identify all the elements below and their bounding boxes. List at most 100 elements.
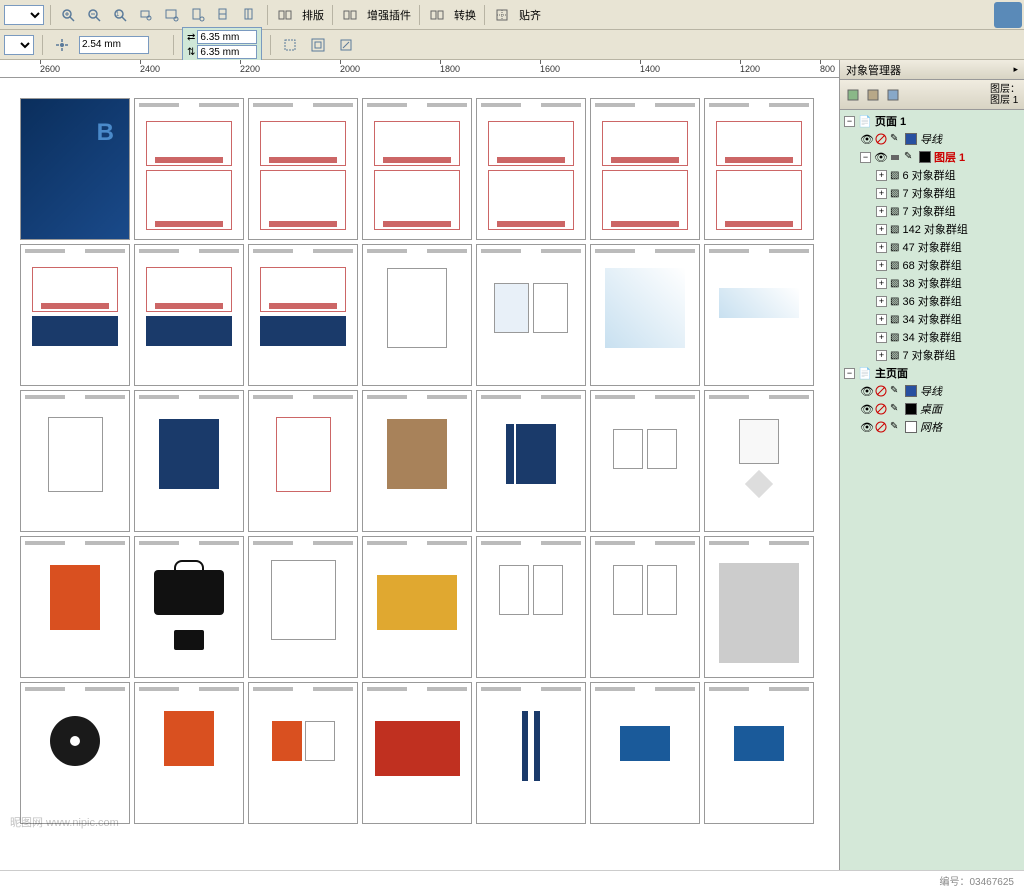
expand-icon[interactable]: + bbox=[876, 206, 887, 217]
noprint-icon[interactable] bbox=[875, 421, 887, 433]
thumb-page[interactable] bbox=[134, 682, 244, 824]
eye-icon[interactable]: 👁 bbox=[874, 151, 886, 163]
layout-label[interactable]: 排版 bbox=[302, 7, 324, 23]
pencil-icon[interactable]: ✎ bbox=[890, 385, 902, 397]
zoom-selection-icon[interactable] bbox=[135, 4, 157, 26]
layout-menu-icon[interactable] bbox=[274, 4, 296, 26]
collapse-icon[interactable]: − bbox=[844, 116, 855, 127]
snap-menu-icon[interactable] bbox=[491, 4, 513, 26]
eye-icon[interactable]: 👁 bbox=[860, 385, 872, 397]
thumb-page[interactable] bbox=[20, 390, 130, 532]
thumb-page[interactable] bbox=[134, 98, 244, 240]
noprint-icon[interactable] bbox=[875, 403, 887, 415]
color-swatch[interactable] bbox=[905, 385, 917, 397]
color-swatch[interactable] bbox=[905, 403, 917, 415]
tree-grid[interactable]: 👁✎网格 bbox=[842, 418, 1022, 436]
tree-page1[interactable]: −📄页面 1 bbox=[842, 112, 1022, 130]
edit-across-layers-icon[interactable] bbox=[864, 86, 882, 104]
pencil-icon[interactable]: ✎ bbox=[890, 403, 902, 415]
canvas-area[interactable]: 2600 2400 2200 2000 1800 1600 1400 1200 … bbox=[0, 60, 839, 870]
edit-scale-icon[interactable] bbox=[335, 34, 357, 56]
expand-icon[interactable]: + bbox=[876, 350, 887, 361]
noprint-icon[interactable] bbox=[875, 133, 887, 145]
expand-icon[interactable]: + bbox=[876, 332, 887, 343]
plugin-menu-icon[interactable] bbox=[339, 4, 361, 26]
expand-icon[interactable]: + bbox=[876, 188, 887, 199]
thumb-page[interactable] bbox=[590, 536, 700, 678]
tree-group[interactable]: +▧7 对象群组 bbox=[842, 184, 1022, 202]
zoom-out-icon[interactable] bbox=[83, 4, 105, 26]
dup-y-input[interactable] bbox=[197, 45, 257, 59]
tree-desktop[interactable]: 👁✎桌面 bbox=[842, 400, 1022, 418]
thumb-page[interactable] bbox=[476, 244, 586, 386]
thumb-page[interactable] bbox=[248, 98, 358, 240]
tree-group[interactable]: +▧47 对象群组 bbox=[842, 238, 1022, 256]
thumb-page[interactable] bbox=[362, 98, 472, 240]
eye-icon[interactable]: 👁 bbox=[860, 403, 872, 415]
thumb-page[interactable] bbox=[476, 390, 586, 532]
thumb-page[interactable] bbox=[704, 536, 814, 678]
thumb-page[interactable] bbox=[590, 98, 700, 240]
tree-group[interactable]: +▧34 对象群组 bbox=[842, 310, 1022, 328]
convert-menu-icon[interactable] bbox=[426, 4, 448, 26]
expand-icon[interactable]: + bbox=[876, 278, 887, 289]
expand-icon[interactable]: + bbox=[876, 296, 887, 307]
tree-master-page[interactable]: −📄主页面 bbox=[842, 364, 1022, 382]
anchor-dropdown[interactable] bbox=[4, 35, 34, 55]
thumb-page[interactable] bbox=[248, 536, 358, 678]
pencil-icon[interactable]: ✎ bbox=[904, 151, 916, 163]
thumb-page[interactable] bbox=[362, 536, 472, 678]
zoom-in-icon[interactable] bbox=[57, 4, 79, 26]
eye-icon[interactable]: 👁 bbox=[860, 133, 872, 145]
zoom-all-icon[interactable] bbox=[161, 4, 183, 26]
units-dropdown[interactable] bbox=[4, 5, 44, 25]
thumb-page[interactable] bbox=[134, 536, 244, 678]
thumb-page[interactable] bbox=[362, 682, 472, 824]
layer-manager-view-icon[interactable] bbox=[884, 86, 902, 104]
thumb-page[interactable] bbox=[362, 244, 472, 386]
tree-group[interactable]: +▧68 对象群组 bbox=[842, 256, 1022, 274]
thumb-cover[interactable]: B bbox=[20, 98, 130, 240]
expand-icon[interactable]: + bbox=[876, 170, 887, 181]
zoom-height-icon[interactable] bbox=[239, 4, 261, 26]
show-properties-icon[interactable] bbox=[844, 86, 862, 104]
thumb-page[interactable] bbox=[704, 682, 814, 824]
zoom-page-icon[interactable] bbox=[187, 4, 209, 26]
bounding-box-icon[interactable] bbox=[307, 34, 329, 56]
thumb-page[interactable] bbox=[476, 98, 586, 240]
collapse-icon[interactable]: − bbox=[860, 152, 871, 163]
color-swatch[interactable] bbox=[905, 421, 917, 433]
tree-guides[interactable]: 👁✎导线 bbox=[842, 130, 1022, 148]
thumb-page[interactable] bbox=[476, 536, 586, 678]
thumb-page[interactable] bbox=[362, 390, 472, 532]
thumb-page[interactable] bbox=[248, 244, 358, 386]
object-tree[interactable]: −📄页面 1 👁✎导线 −👁✎图层 1 +▧6 对象群组+▧7 对象群组+▧7 … bbox=[840, 110, 1024, 870]
snap-label[interactable]: 贴齐 bbox=[519, 7, 541, 23]
nudge-input[interactable] bbox=[79, 36, 149, 54]
expand-icon[interactable]: + bbox=[876, 314, 887, 325]
expand-icon[interactable]: + bbox=[876, 242, 887, 253]
thumb-page[interactable] bbox=[704, 390, 814, 532]
tree-group[interactable]: +▧7 对象群组 bbox=[842, 346, 1022, 364]
collapse-icon[interactable]: − bbox=[844, 368, 855, 379]
zoom-width-icon[interactable] bbox=[213, 4, 235, 26]
print-icon[interactable] bbox=[889, 151, 901, 163]
convert-label[interactable]: 转换 bbox=[454, 7, 476, 23]
eye-icon[interactable]: 👁 bbox=[860, 421, 872, 433]
expand-icon[interactable]: + bbox=[876, 260, 887, 271]
color-swatch[interactable] bbox=[919, 151, 931, 163]
thumb-page[interactable] bbox=[590, 682, 700, 824]
tree-group[interactable]: +▧36 对象群组 bbox=[842, 292, 1022, 310]
zoom-100-icon[interactable]: 1 bbox=[109, 4, 131, 26]
tree-layer1[interactable]: −👁✎图层 1 bbox=[842, 148, 1022, 166]
thumb-page[interactable] bbox=[248, 390, 358, 532]
tree-group[interactable]: +▧7 对象群组 bbox=[842, 202, 1022, 220]
tree-group[interactable]: +▧6 对象群组 bbox=[842, 166, 1022, 184]
thumb-page[interactable] bbox=[704, 244, 814, 386]
panel-title-bar[interactable]: 对象管理器 ▸ bbox=[840, 60, 1024, 80]
thumb-page[interactable] bbox=[20, 536, 130, 678]
plugin-label[interactable]: 增强插件 bbox=[367, 7, 411, 23]
expand-icon[interactable]: + bbox=[876, 224, 887, 235]
tree-group[interactable]: +▧34 对象群组 bbox=[842, 328, 1022, 346]
noprint-icon[interactable] bbox=[875, 385, 887, 397]
